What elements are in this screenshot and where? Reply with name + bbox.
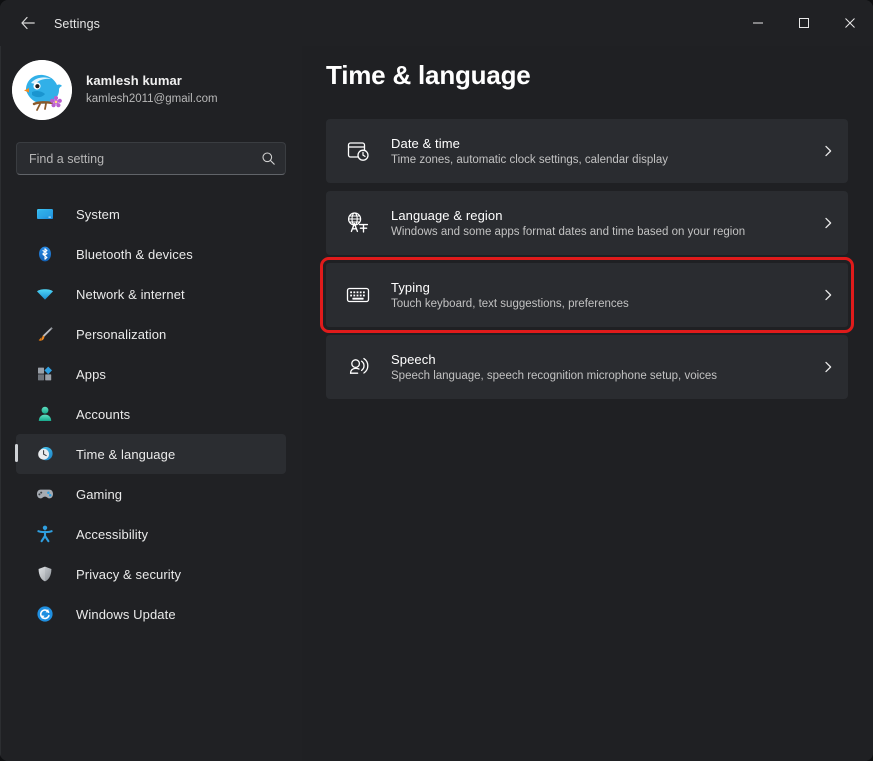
sidebar-item-time-language[interactable]: Time & language — [15, 434, 286, 474]
accessibility-icon — [34, 523, 56, 545]
speech-icon — [343, 352, 373, 382]
sidebar-nav: System Bluetooth & devices Network & int… — [0, 194, 302, 634]
sidebar-item-label: Bluetooth & devices — [76, 246, 193, 262]
time-language-icon — [34, 443, 56, 465]
settings-card-language-region[interactable]: Language & region Windows and some apps … — [326, 191, 848, 255]
card-text: Speech Speech language, speech recogniti… — [391, 352, 808, 382]
sidebar-item-label: Accounts — [76, 406, 131, 422]
sidebar-item-label: Apps — [76, 366, 107, 382]
card-title: Typing — [391, 280, 430, 295]
sidebar-item-label: Accessibility — [76, 526, 149, 542]
network-icon — [34, 283, 56, 305]
sidebar-item-windows-update[interactable]: Windows Update — [16, 594, 286, 634]
card-subtitle: Speech language, speech recognition micr… — [391, 370, 718, 382]
minimize-icon — [753, 22, 763, 24]
profile-email: kamlesh2011@gmail.com — [86, 92, 218, 105]
language-translate-icon — [343, 208, 373, 238]
settings-card-list: Date & time Time zones, automatic clock … — [320, 119, 854, 407]
back-button[interactable] — [12, 8, 44, 38]
card-title: Language & region — [391, 208, 503, 223]
chevron-right-icon[interactable] — [808, 144, 848, 158]
search-icon[interactable] — [251, 151, 285, 166]
page-title: Time & language — [326, 60, 531, 90]
search-input[interactable] — [17, 151, 251, 166]
card-subtitle: Time zones, automatic clock settings, ca… — [391, 154, 668, 166]
chevron-right-icon[interactable] — [808, 360, 848, 374]
gaming-icon — [34, 483, 56, 505]
minimize-button[interactable] — [735, 0, 781, 46]
settings-window: Settings kamlesh kumar kamlesh2011@gmail… — [0, 0, 873, 761]
profile-name: kamlesh kumar — [86, 73, 182, 89]
sidebar-item-bluetooth-devices[interactable]: Bluetooth & devices — [16, 234, 286, 274]
sidebar-item-personalization[interactable]: Personalization — [16, 314, 286, 354]
sidebar-item-label: Personalization — [76, 326, 167, 342]
sidebar: kamlesh kumar kamlesh2011@gmail.com Find… — [0, 46, 302, 761]
accounts-icon — [34, 403, 56, 425]
bluetooth-icon — [34, 243, 56, 265]
profile-section[interactable]: kamlesh kumar kamlesh2011@gmail.com — [12, 58, 288, 122]
card-title: Speech — [391, 352, 436, 367]
card-subtitle: Windows and some apps format dates and t… — [391, 226, 746, 238]
bird-avatar-icon — [12, 60, 72, 120]
settings-card-date-time[interactable]: Date & time Time zones, automatic clock … — [326, 119, 848, 183]
calendar-clock-icon — [343, 136, 373, 166]
maximize-icon — [799, 18, 809, 28]
system-icon — [34, 203, 56, 225]
sidebar-divider — [0, 46, 1, 761]
card-title: Date & time — [391, 136, 461, 151]
sidebar-item-privacy-security[interactable]: Privacy & security — [16, 554, 286, 594]
window-controls — [735, 0, 873, 46]
sidebar-item-label: Windows Update — [76, 606, 176, 622]
sidebar-item-accounts[interactable]: Accounts — [16, 394, 286, 434]
card-text: Language & region Windows and some apps … — [391, 208, 808, 238]
app-title: Settings — [54, 17, 100, 31]
card-text: Date & time Time zones, automatic clock … — [391, 136, 808, 166]
sidebar-item-gaming[interactable]: Gaming — [16, 474, 286, 514]
maximize-button[interactable] — [781, 0, 827, 46]
back-arrow-icon — [21, 16, 35, 30]
chevron-right-icon[interactable] — [808, 288, 848, 302]
main-content: Time & language Date & time Time zones, … — [302, 46, 873, 761]
sidebar-item-label: System — [76, 206, 120, 222]
personalization-icon — [34, 323, 56, 345]
sidebar-item-label: Network & internet — [76, 286, 185, 302]
apps-icon — [34, 363, 56, 385]
chevron-right-icon[interactable] — [808, 216, 848, 230]
sidebar-item-system[interactable]: System — [16, 194, 286, 234]
magnifier-icon — [261, 152, 275, 165]
search-box[interactable] — [16, 142, 286, 175]
close-icon — [845, 18, 855, 28]
keyboard-icon — [343, 280, 373, 310]
windows-update-icon — [34, 603, 56, 625]
avatar — [12, 60, 72, 120]
settings-card-typing[interactable]: Typing Touch keyboard, text suggestions,… — [320, 257, 854, 333]
sidebar-item-apps[interactable]: Apps — [16, 354, 286, 394]
close-button[interactable] — [827, 0, 873, 46]
profile-text: kamlesh kumar kamlesh2011@gmail.com — [86, 73, 218, 106]
card-text: Typing Touch keyboard, text suggestions,… — [391, 280, 808, 310]
card-subtitle: Touch keyboard, text suggestions, prefer… — [391, 298, 629, 310]
sidebar-item-network-internet[interactable]: Network & internet — [16, 274, 286, 314]
sidebar-item-label: Gaming — [76, 486, 123, 502]
sidebar-item-accessibility[interactable]: Accessibility — [16, 514, 286, 554]
sidebar-item-label: Time & language — [76, 446, 176, 462]
settings-card-speech[interactable]: Speech Speech language, speech recogniti… — [326, 335, 848, 399]
title-bar: Settings — [0, 0, 873, 46]
sidebar-item-label: Privacy & security — [76, 566, 182, 582]
privacy-security-icon — [34, 563, 56, 585]
